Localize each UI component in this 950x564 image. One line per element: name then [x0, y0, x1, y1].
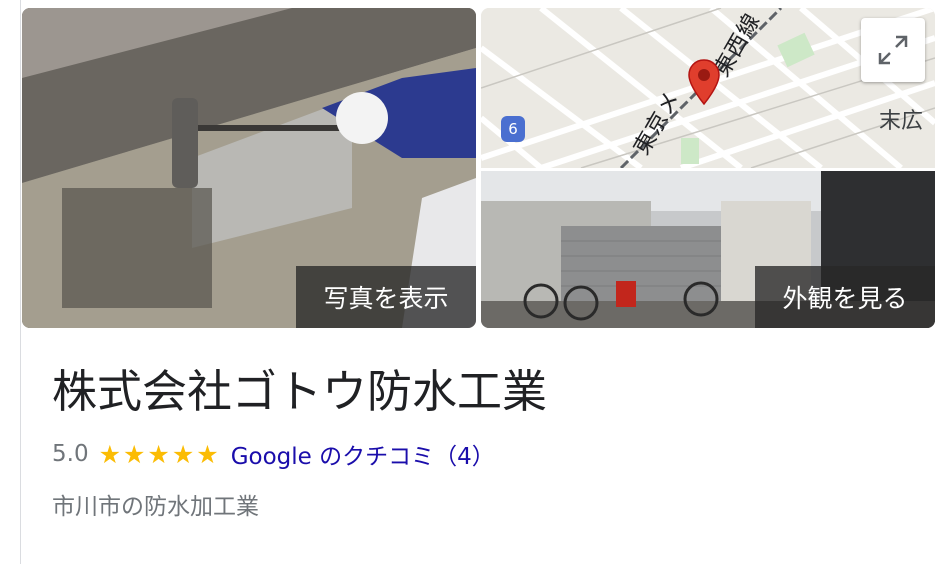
location-pin-icon	[688, 59, 720, 106]
star-icon: ★	[98, 439, 121, 469]
main-photo[interactable]: 写真を表示	[22, 8, 476, 328]
star-icon: ★	[123, 439, 146, 469]
map-thumbnail[interactable]: 東京メ 東西線 6 末広	[481, 8, 935, 168]
street-view-thumbnail[interactable]: 外観を見る	[481, 171, 935, 328]
expand-map-button[interactable]	[861, 18, 925, 82]
star-icon: ★	[147, 439, 170, 469]
route-badge: 6	[501, 116, 525, 142]
google-reviews-link[interactable]: Google のクチコミ（4）	[231, 437, 495, 471]
star-icon: ★	[196, 439, 219, 469]
rating-row: 5.0 ★ ★ ★ ★ ★ Google のクチコミ（4）	[52, 436, 495, 472]
star-rating: ★ ★ ★ ★ ★	[99, 440, 221, 469]
business-category: 市川市の防水加工業	[52, 494, 259, 520]
view-exterior-button[interactable]: 外観を見る	[755, 266, 935, 328]
area-label: 末広	[878, 109, 923, 134]
star-icon: ★	[171, 439, 195, 469]
business-name: 株式会社ゴトウ防水工業	[52, 365, 548, 418]
show-photos-button[interactable]: 写真を表示	[296, 266, 476, 328]
rating-value: 5.0	[52, 441, 89, 467]
expand-icon	[878, 35, 908, 65]
